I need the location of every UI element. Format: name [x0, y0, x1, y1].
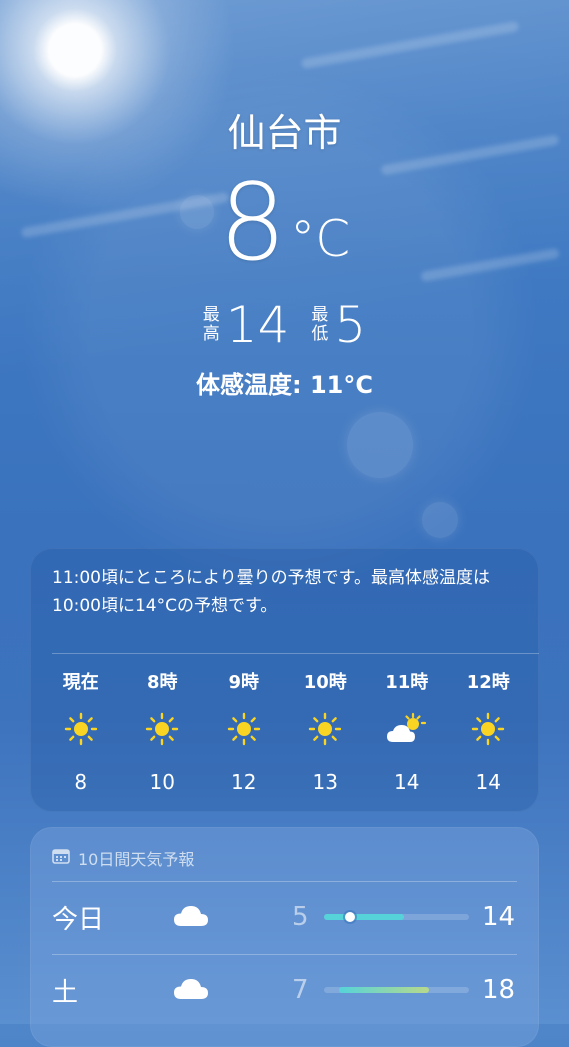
calendar-icon	[52, 848, 70, 868]
hour-temp: 14	[394, 770, 420, 794]
temperature-range-fill	[324, 914, 404, 920]
current-temperature: 8 °C	[0, 170, 569, 276]
card-divider	[52, 653, 539, 654]
temperature-range-fill	[339, 987, 429, 993]
partly-cloudy-icon	[385, 696, 429, 762]
ten-day-title: 10日間天気予報	[78, 850, 195, 869]
low-value: 5	[334, 296, 367, 354]
sun-icon	[145, 696, 179, 762]
hourly-list[interactable]: 現在 8 8時 10 9時 12 10時 13 11時 14 12時 14	[30, 668, 539, 794]
cloud-streak	[300, 20, 520, 70]
hour-time: 12時	[466, 672, 510, 693]
hour-time: 現在	[62, 672, 99, 693]
hour-temp: 12	[231, 770, 257, 794]
city-name: 仙台市	[227, 111, 342, 155]
low-label: 最低	[311, 306, 328, 344]
day-row[interactable]: 今日 5 14	[30, 881, 539, 953]
day-low: 5	[292, 902, 309, 932]
high-label-char-2: 高	[202, 324, 220, 344]
day-row[interactable]: 土 7 18	[30, 954, 539, 1026]
high-low: 最高 14 最低 5	[0, 300, 569, 350]
sun-icon	[64, 696, 98, 762]
high-label-char-1: 最	[202, 305, 220, 325]
day-high: 14	[482, 902, 516, 932]
hourly-forecast-card[interactable]: 11:00頃にところにより曇りの予想です。最高体感温度は10:00頃に14°Cの…	[30, 548, 539, 812]
hour-temp: 13	[312, 770, 338, 794]
hour-temp: 8	[74, 770, 88, 794]
low-label-char-2: 低	[311, 324, 329, 344]
hour-temp: 14	[475, 770, 501, 794]
hour-time: 8時	[146, 672, 178, 693]
hour-item: 9時 12	[203, 668, 285, 794]
feels-like: 体感温度: 11°C	[196, 371, 373, 399]
row-divider	[52, 954, 517, 955]
sun-icon	[471, 696, 505, 762]
hour-time: 10時	[303, 672, 347, 693]
hour-item: 12時 14	[448, 668, 530, 794]
hour-item: 現在 8	[40, 668, 122, 794]
high-label: 最高	[203, 306, 220, 344]
day-label: 土	[52, 977, 79, 1008]
low-label-char-1: 最	[311, 305, 329, 325]
temperature-range-bar	[324, 912, 469, 922]
lens-flare	[422, 502, 458, 538]
forecast-summary: 11:00頃にところにより曇りの予想です。最高体感温度は10:00頃に14°Cの…	[52, 568, 490, 616]
row-divider	[52, 881, 517, 882]
day-label: 今日	[52, 904, 105, 935]
current-temp-dot	[345, 912, 355, 922]
ten-day-header: 10日間天気予報	[30, 827, 539, 872]
high-value: 14	[225, 296, 290, 354]
lens-flare	[347, 412, 413, 478]
hour-temp: 10	[149, 770, 175, 794]
low-group: 最低 5	[311, 300, 366, 350]
sun-icon	[227, 696, 261, 762]
hour-time: 11時	[385, 672, 429, 693]
temperature-unit: °C	[290, 210, 351, 268]
temperature-value: 8	[218, 161, 286, 284]
ten-day-forecast-card[interactable]: 10日間天気予報 今日 5 14 土 7 18	[30, 827, 539, 1047]
hour-item: 11時 14	[366, 668, 448, 794]
hour-item: 10時 13	[285, 668, 367, 794]
high-group: 最高 14	[203, 300, 290, 350]
cloud-icon	[172, 901, 210, 931]
cloud-icon	[172, 974, 210, 1004]
sun-icon	[308, 696, 342, 762]
hour-time: 9時	[228, 672, 260, 693]
day-high: 18	[482, 975, 516, 1005]
day-low: 7	[292, 975, 309, 1005]
hour-item: 8時 10	[122, 668, 204, 794]
temperature-range-bar	[324, 987, 469, 993]
